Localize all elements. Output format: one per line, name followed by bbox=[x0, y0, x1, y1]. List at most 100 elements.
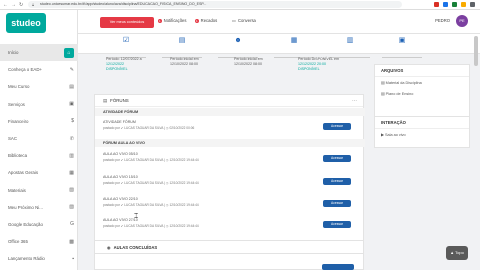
my-content-button[interactable]: Ver meus conteúdos bbox=[100, 17, 154, 28]
document-icon: ▤ bbox=[178, 37, 186, 44]
user-name[interactable]: PEDRO bbox=[435, 18, 450, 23]
sidebar-item-label: Biblioteca bbox=[8, 153, 28, 159]
sidebar-item-label: Serviços bbox=[8, 101, 25, 107]
concluded-classes-header[interactable]: ◉ AULAS CONCLUÍDAS bbox=[94, 240, 364, 254]
sidebar-item-label: Lançamento Rádio bbox=[8, 256, 45, 262]
calendar-icon: ▣ bbox=[398, 37, 406, 44]
notifications-badge: 1 bbox=[158, 18, 162, 23]
access-button-partial[interactable] bbox=[322, 264, 354, 270]
interaction-item[interactable]: ▶ Sala ao vivo bbox=[375, 129, 469, 140]
reload-icon[interactable]: ↻ bbox=[19, 2, 23, 8]
forum-meta: postado por ✔ LUCAS TAGUAR DA SILVA | ◷ … bbox=[103, 181, 199, 185]
mouse-cursor-icon: ⌶ bbox=[134, 213, 139, 220]
section-header: ATIVIDADE FÓRUM bbox=[95, 108, 365, 116]
forum-row: AULA AO VIVO 22/10 postado por ✔ LUCAS T… bbox=[95, 194, 365, 212]
sidebar-item[interactable]: Biblioteca ▥ bbox=[0, 147, 78, 164]
extension-icon[interactable] bbox=[443, 2, 448, 7]
recados-button[interactable]: 1 Recados bbox=[195, 18, 217, 23]
forum-meta: postado por ✔ LUCAS TAGUAR DA SILVA | ◷ … bbox=[103, 224, 199, 228]
chat-button[interactable]: ▭ Conversa bbox=[232, 18, 256, 23]
top-bar: Ver meus conteúdos 1 Notificações 1 Reca… bbox=[78, 10, 480, 34]
sidebar-item[interactable]: Materiais ▧ bbox=[0, 182, 78, 199]
sidebar-item-label: Apostas Gerais bbox=[8, 170, 39, 176]
archive-label: Plano de Ensino bbox=[385, 92, 414, 96]
period-card: Período inicial em 12/10/2022 08:00 bbox=[234, 57, 263, 67]
extension-icon[interactable] bbox=[461, 2, 466, 7]
sidebar-item[interactable]: Meu Próximo Ni... ▨ bbox=[0, 199, 78, 216]
sidebar-item-label: Início bbox=[8, 50, 19, 56]
forums-icon: ▤ bbox=[103, 97, 108, 103]
period-card: Período DISPONÍVEL em 12/12/2022 20:00 D… bbox=[298, 57, 339, 72]
extension-icon[interactable] bbox=[470, 2, 475, 7]
sidebar-item-icon: ▥ bbox=[69, 152, 74, 159]
lock-icon: 🔒︎ bbox=[32, 2, 35, 7]
sidebar-item[interactable]: SAC ✆ bbox=[0, 130, 78, 147]
interaction-label: Sala ao vivo bbox=[384, 133, 406, 137]
interaction-title: INTERAÇÃO bbox=[375, 117, 469, 129]
archives-title: ARQUIVOS bbox=[375, 65, 469, 77]
sidebar-item-icon: ▣ bbox=[69, 101, 74, 108]
sidebar: studeo Início ⌂ Conheça o EAD+ ✎ Meu Curso ▤ S… bbox=[0, 10, 78, 270]
forum-row: AULA AO VIVO 05/10 postado por ✔ LUCAS T… bbox=[95, 149, 365, 167]
sidebar-item[interactable]: Office 365 ▩ bbox=[0, 233, 78, 250]
scrollbar[interactable] bbox=[474, 36, 478, 66]
forums-menu-icon[interactable]: ⋯ bbox=[352, 98, 357, 104]
sidebar-item[interactable]: Lançamento Rádio ▪ bbox=[0, 250, 78, 267]
access-button[interactable]: Acessar bbox=[323, 200, 351, 207]
sidebar-item-label: Google Educação bbox=[8, 221, 43, 227]
sidebar-menu: Início ⌂ Conheça o EAD+ ✎ Meu Curso ▤ Serviços… bbox=[0, 44, 78, 267]
access-button[interactable]: Acessar bbox=[323, 123, 351, 130]
sidebar-item-icon: ✆ bbox=[69, 135, 74, 142]
sidebar-item-icon: ✎ bbox=[69, 66, 74, 73]
archive-item[interactable]: ▤ Plano de Ensino bbox=[375, 88, 469, 99]
discipline-toolbar: ☑ ▤ ☻ ▦ ▥ ▣ bbox=[78, 34, 480, 58]
chat-label: Conversa bbox=[237, 18, 256, 23]
forum-title: AULA AO VIVO 27/10 bbox=[103, 218, 138, 222]
sidebar-item-label: Meu Próximo Ni... bbox=[8, 204, 43, 210]
sidebar-item[interactable]: Serviços ▣ bbox=[0, 96, 78, 113]
concluded-title: AULAS CONCLUÍDAS bbox=[113, 245, 158, 250]
recados-badge: 1 bbox=[195, 18, 199, 23]
sidebar-item-icon: ▤ bbox=[69, 83, 74, 90]
access-button[interactable]: Acessar bbox=[323, 155, 351, 162]
extension-icon[interactable] bbox=[434, 2, 439, 7]
back-to-top-button[interactable]: ▲ Topo bbox=[446, 246, 468, 260]
sidebar-item-icon: ▩ bbox=[69, 238, 74, 245]
archive-item[interactable]: ▤ Material da Disciplina bbox=[375, 77, 469, 88]
studeo-logo[interactable]: studeo bbox=[6, 13, 46, 33]
url-text: studeo.unicesumar.edu.br/#!/app/studeo/a… bbox=[40, 2, 207, 6]
forum-title: AULA AO VIVO 22/10 bbox=[103, 197, 138, 201]
extension-icon[interactable] bbox=[452, 2, 457, 7]
toolbar-item-label bbox=[382, 57, 422, 58]
forward-icon[interactable]: → bbox=[11, 2, 16, 8]
extensions bbox=[402, 2, 480, 7]
book-icon: ▥ bbox=[346, 37, 354, 44]
forums-header: ▤ FÓRUNS ⋯ bbox=[95, 95, 363, 107]
access-button[interactable]: Acessar bbox=[323, 178, 351, 185]
sidebar-item-label: Conheça o EAD+ bbox=[8, 67, 43, 73]
notifications-button[interactable]: 1 Notificações bbox=[158, 18, 186, 23]
notifications-label: Notificações bbox=[163, 18, 187, 23]
period-status: DISPONÍVEL bbox=[106, 67, 128, 71]
sidebar-item[interactable]: Meu Curso ▤ bbox=[0, 78, 78, 95]
back-icon[interactable]: ← bbox=[3, 2, 8, 8]
access-button[interactable]: Acessar bbox=[323, 221, 351, 228]
browser-bar: ← → ↻ 🔒︎ studeo.unicesumar.edu.br/#!/app… bbox=[0, 0, 480, 10]
address-bar[interactable]: 🔒︎ studeo.unicesumar.edu.br/#!/app/stude… bbox=[28, 1, 402, 8]
period-card: Período inicial em 12/10/2022 08:00 bbox=[170, 57, 199, 67]
sidebar-item-label: Materiais bbox=[8, 187, 26, 193]
sidebar-item[interactable]: Financeiro $ bbox=[0, 113, 78, 130]
toolbar-item-calendar[interactable]: ▣ bbox=[374, 36, 430, 63]
sidebar-item[interactable]: Google Educação G bbox=[0, 216, 78, 233]
sidebar-item[interactable]: Conheça o EAD+ ✎ bbox=[0, 61, 78, 78]
sidebar-item[interactable]: Início ⌂ bbox=[0, 44, 78, 62]
sidebar-item-icon: ⌂ bbox=[64, 47, 74, 58]
forum-title: AULA AO VIVO 05/10 bbox=[103, 152, 138, 156]
sidebar-item[interactable]: Apostas Gerais ▦ bbox=[0, 164, 78, 181]
chat-icon: ▭ bbox=[232, 18, 236, 23]
grid-icon: ▦ bbox=[290, 37, 298, 44]
users-icon: ☻ bbox=[234, 37, 242, 44]
period-card: Período: 12/07/2022 a 12/12/2022 DISPONÍ… bbox=[106, 57, 142, 72]
sidebar-item-icon: ▧ bbox=[69, 187, 74, 194]
avatar[interactable]: PE bbox=[456, 15, 468, 27]
